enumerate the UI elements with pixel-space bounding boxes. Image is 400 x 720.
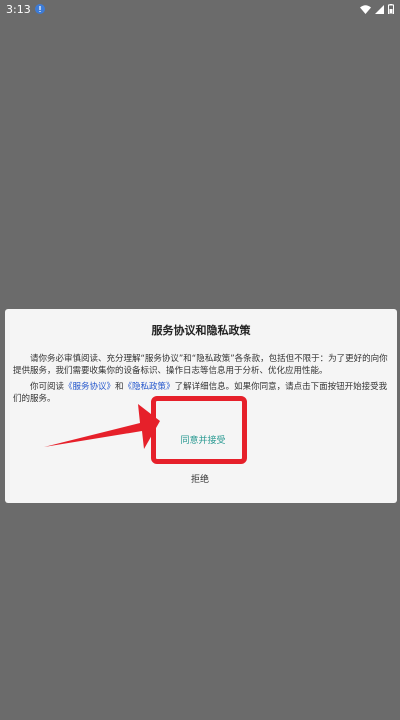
service-agreement-link[interactable]: 《服务协议》 <box>64 382 115 392</box>
status-right <box>360 4 394 14</box>
status-left: 3:13 <box>6 3 45 16</box>
privacy-policy-link[interactable]: 《隐私政策》 <box>124 382 175 392</box>
reject-button[interactable]: 拒绝 <box>180 470 220 486</box>
dialog-paragraph-1: 请你务必审慎阅读、充分理解“服务协议”和“隐私政策”各条款，包括但不限于：为了更… <box>13 354 388 376</box>
wifi-icon <box>360 4 371 14</box>
dialog-paragraph-2: 你可阅读《服务协议》和《隐私政策》了解详细信息。如果你同意，请点击下面按钮开始接… <box>13 381 389 405</box>
dialog-title: 服务协议和隐私政策 <box>151 324 251 337</box>
battery-icon <box>388 4 394 14</box>
para2-prefix: 你可阅读 <box>30 382 65 392</box>
status-time: 3:13 <box>6 2 31 16</box>
dialog-body: 请你务必审慎阅读、充分理解“服务协议”和“隐私政策”各条款，包括但不限于：为了更… <box>13 353 389 405</box>
notification-icon <box>34 4 45 14</box>
para2-and: 和 <box>115 382 124 392</box>
agree-button[interactable]: 同意并接受 <box>175 430 231 448</box>
status-bar: 3:13 <box>0 0 400 18</box>
signal-icon <box>375 4 384 14</box>
